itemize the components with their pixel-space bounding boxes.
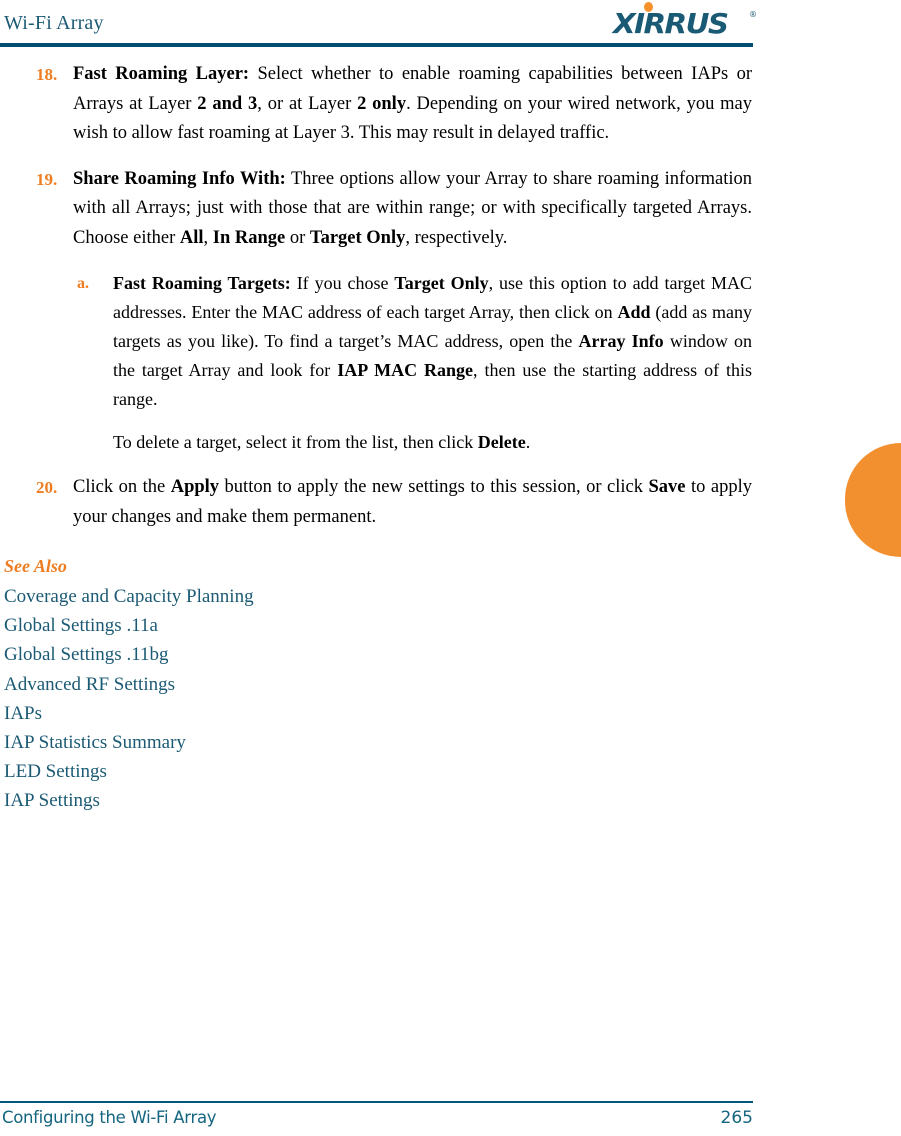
body-text: , or at Layer bbox=[257, 93, 358, 114]
emphasized-text: Share Roaming Info With: bbox=[73, 168, 286, 189]
emphasized-text: In Range bbox=[212, 227, 286, 248]
emphasized-text: All bbox=[179, 227, 204, 248]
xirrus-logo: XIRRUS ® bbox=[613, 2, 757, 40]
emphasized-text: Add bbox=[617, 302, 651, 322]
see-also-link[interactable]: IAP Statistics Summary bbox=[4, 728, 901, 757]
see-also-link-list: Coverage and Capacity Planning Global Set… bbox=[4, 582, 901, 816]
header-divider bbox=[0, 43, 753, 47]
emphasized-text: 2 and 3 bbox=[197, 93, 258, 114]
see-also-link[interactable]: Global Settings .11a bbox=[4, 611, 901, 640]
body-text: or bbox=[285, 227, 310, 248]
emphasized-text: Target Only bbox=[394, 273, 489, 293]
see-also-section: See Also Coverage and Capacity Planning G… bbox=[0, 554, 901, 816]
sub-list-item-marker: a. bbox=[77, 275, 89, 292]
body-text: button to apply the new settings to this… bbox=[219, 477, 649, 497]
list-item-text: Click on the Apply button to apply the n… bbox=[73, 477, 752, 527]
list-item: 18. Fast Roaming Layer: Select whether t… bbox=[0, 60, 901, 149]
body-text: , bbox=[203, 227, 213, 248]
emphasized-text: Target Only bbox=[309, 227, 406, 248]
see-also-link[interactable]: Advanced RF Settings bbox=[4, 670, 901, 699]
page-header: Wi-Fi Array XIRRUS ® bbox=[0, 0, 901, 50]
body-text: . bbox=[525, 432, 531, 452]
see-also-link[interactable]: IAPs bbox=[4, 699, 901, 728]
emphasized-text: IAP MAC Range bbox=[337, 360, 474, 380]
logo-registered-mark: ® bbox=[749, 10, 757, 19]
body-text: Click on the bbox=[73, 477, 171, 497]
body-text: To delete a target, select it from the l… bbox=[113, 432, 478, 452]
list-item: 19. Share Roaming Info With: Three optio… bbox=[0, 165, 901, 254]
sub-list-item: a. Fast Roaming Targets: If you chose Ta… bbox=[0, 269, 901, 414]
page-footer: Configuring the Wi-Fi Array 265 bbox=[0, 1086, 901, 1136]
list-item-text: Share Roaming Info With: Three options a… bbox=[73, 169, 752, 248]
sub-paragraph: To delete a target, select it from the l… bbox=[0, 428, 901, 457]
see-also-link[interactable]: Coverage and Capacity Planning bbox=[4, 582, 901, 611]
document-body: 18. Fast Roaming Layer: Select whether t… bbox=[0, 60, 901, 816]
see-also-heading: See Also bbox=[4, 556, 67, 576]
body-text: If you chose bbox=[290, 273, 395, 293]
emphasized-text: Delete bbox=[477, 432, 526, 452]
logo-wordmark: XIRRUS bbox=[613, 7, 729, 40]
emphasized-text: Apply bbox=[170, 477, 220, 497]
emphasized-text: Save bbox=[648, 477, 686, 497]
emphasized-text: 2 only bbox=[357, 93, 407, 114]
emphasized-text: Array Info bbox=[578, 331, 664, 351]
footer-divider bbox=[0, 1101, 753, 1103]
sub-list-item-text: Fast Roaming Targets: If you chose Targe… bbox=[113, 273, 752, 409]
see-also-link[interactable]: Global Settings .11bg bbox=[4, 640, 901, 669]
emphasized-text: Fast Roaming Layer: bbox=[73, 64, 250, 84]
list-item-marker: 20. bbox=[36, 478, 58, 497]
see-also-link[interactable]: IAP Settings bbox=[4, 786, 901, 815]
list-item: 20. Click on the Apply button to apply t… bbox=[0, 473, 901, 532]
see-also-link[interactable]: LED Settings bbox=[4, 757, 901, 786]
emphasized-text: Fast Roaming Targets: bbox=[113, 273, 291, 293]
footer-page-number: 265 bbox=[720, 1108, 753, 1128]
body-text: , respectively. bbox=[405, 227, 508, 248]
list-item-marker: 18. bbox=[36, 65, 58, 84]
list-item-marker: 19. bbox=[36, 169, 58, 189]
page-title: Wi-Fi Array bbox=[4, 12, 104, 34]
list-item-text: Fast Roaming Layer: Select whether to en… bbox=[73, 64, 752, 143]
